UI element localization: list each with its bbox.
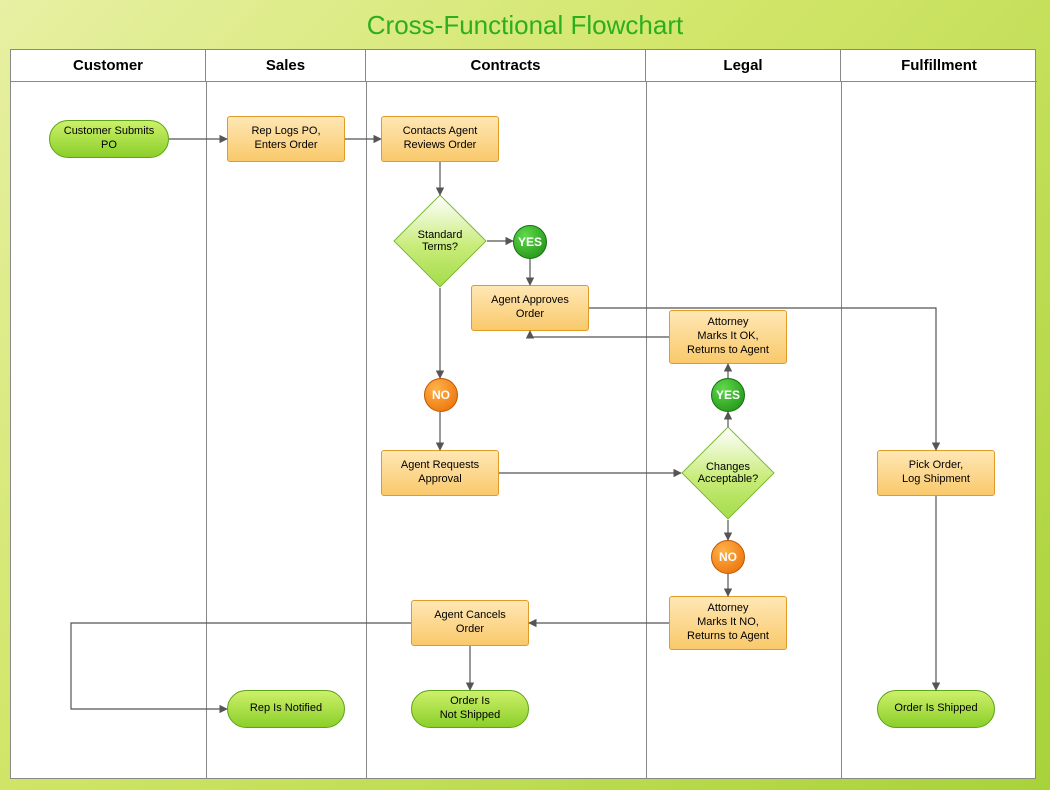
lane-header-contracts: Contracts [366,50,646,82]
process-agent-approves: Agent ApprovesOrder [471,285,589,331]
decision-changes-acceptable: ChangesAcceptable? [695,440,761,506]
connector-no-1: NO [424,378,458,412]
connector-no-2: NO [711,540,745,574]
connector-yes-1: YES [513,225,547,259]
process-pick-order: Pick Order,Log Shipment [877,450,995,496]
terminator-not-shipped: Order IsNot Shipped [411,690,529,728]
decision-label: Standard Terms? [407,229,473,253]
flowchart-arrows [11,50,1037,780]
lane-divider [841,82,842,778]
lane-header-sales: Sales [206,50,366,82]
lane-header-fulfillment: Fulfillment [841,50,1037,82]
lane-header-legal: Legal [646,50,841,82]
process-agent-requests: Agent RequestsApproval [381,450,499,496]
lane-header-customer: Customer [11,50,206,82]
process-attorney-ok: AttorneyMarks It OK,Returns to Agent [669,310,787,364]
flowchart-title: Cross-Functional Flowchart [10,10,1040,41]
terminator-customer-submits: Customer SubmitsPO [49,120,169,158]
process-agent-reviews: Contacts AgentReviews Order [381,116,499,162]
connector-yes-2: YES [711,378,745,412]
process-attorney-no: AttorneyMarks It NO,Returns to Agent [669,596,787,650]
lane-divider [646,82,647,778]
process-rep-logs: Rep Logs PO,Enters Order [227,116,345,162]
decision-label: ChangesAcceptable? [695,461,761,485]
lane-divider [206,82,207,778]
flowchart-canvas: Customer Sales Contracts Legal Fulfillme… [10,49,1036,779]
process-agent-cancels: Agent CancelsOrder [411,600,529,646]
terminator-rep-notified: Rep Is Notified [227,690,345,728]
terminator-order-shipped: Order Is Shipped [877,690,995,728]
decision-standard-terms: Standard Terms? [407,208,473,274]
lane-divider [366,82,367,778]
